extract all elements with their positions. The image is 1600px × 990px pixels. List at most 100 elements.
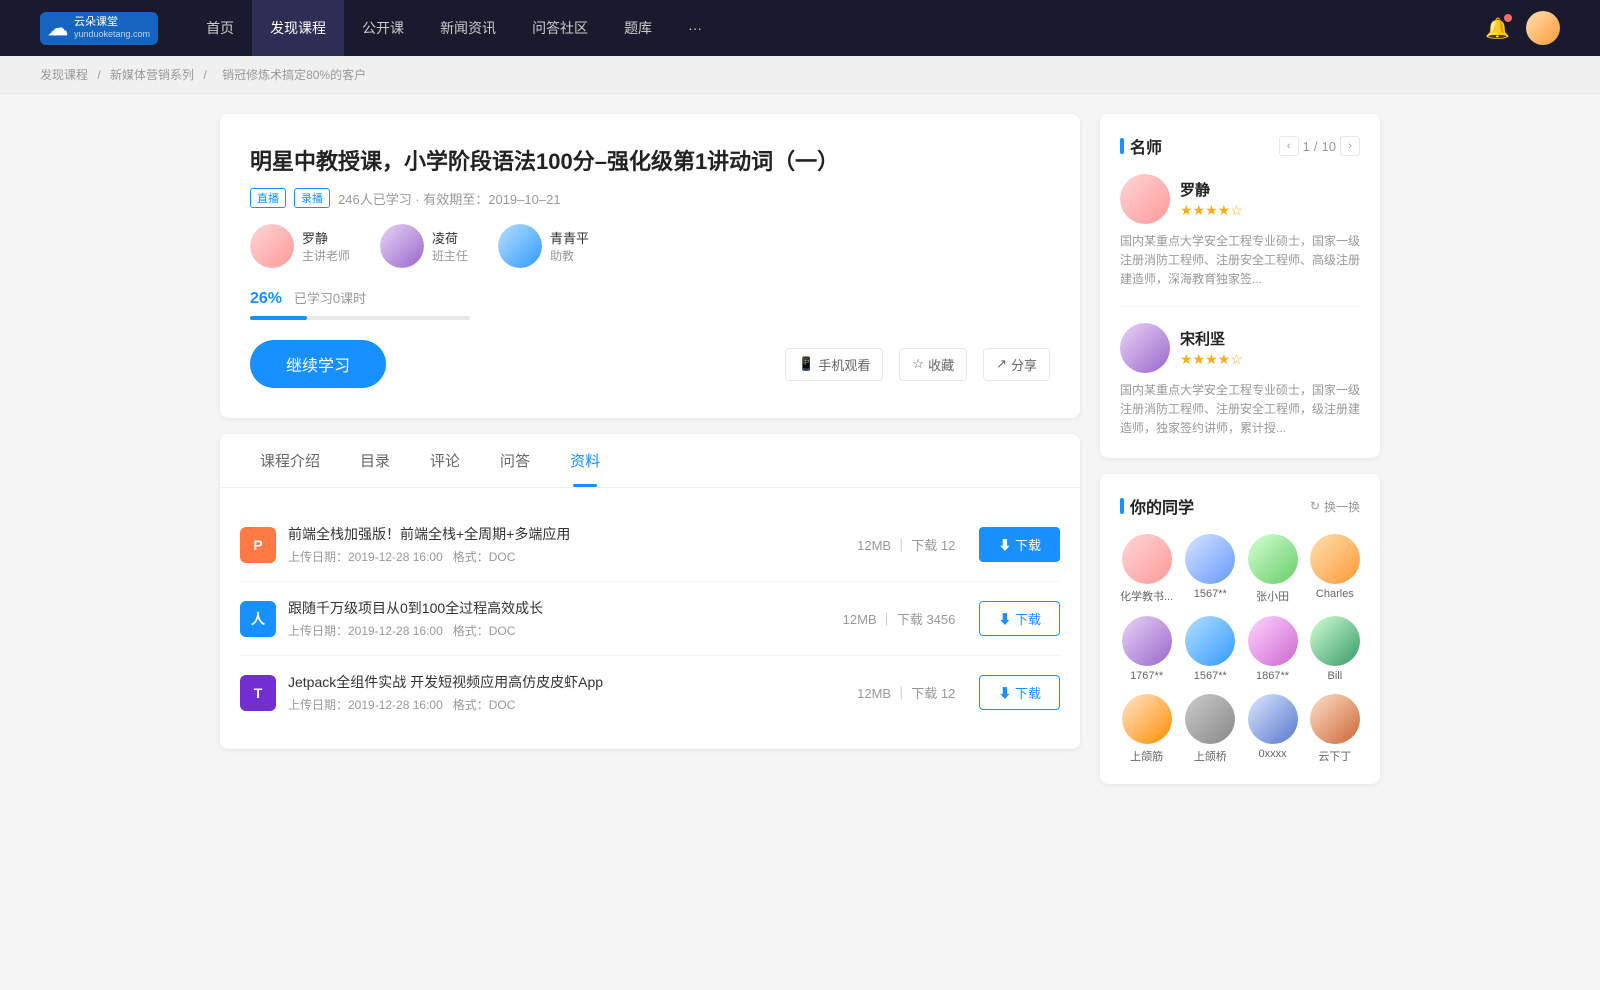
nav-items: 首页 发现课程 公开课 新闻资讯 问答社区 题库 ··· [188, 0, 1485, 56]
classmate-name-6: 1867** [1256, 670, 1289, 682]
nav-right: 🔔 [1485, 11, 1560, 45]
tp-avatar-img-0 [1120, 174, 1170, 224]
classmate-item-11[interactable]: 云下丁 [1310, 694, 1360, 764]
refresh-label: 换一换 [1324, 498, 1360, 515]
download-button-0[interactable]: ⬇ 下载 [979, 527, 1060, 562]
classmate-item-1[interactable]: 1567** [1185, 534, 1235, 604]
classmate-avatar-8 [1122, 694, 1172, 744]
logo-area[interactable]: ☁ 云朵课堂 yunduoketang.com [40, 12, 158, 45]
user-avatar[interactable] [1526, 11, 1560, 45]
tp-stars-1: ★★★★☆ [1180, 351, 1243, 368]
collect-button[interactable]: ☆ 收藏 [899, 348, 967, 381]
nav-item-question[interactable]: 题库 [606, 0, 670, 56]
classmate-item-3[interactable]: Charles [1310, 534, 1360, 604]
resource-item-0: P 前端全栈加强版！前端全栈+全周期+多端应用 上传日期：2019-12-28 … [240, 508, 1060, 582]
resource-title-1: 跟随千万级项目从0到100全过程高效成长 [288, 598, 843, 618]
resource-title-2: Jetpack全组件实战 开发短视频应用高仿皮皮虾App [288, 672, 857, 692]
tab-catalog[interactable]: 目录 [340, 434, 410, 487]
resource-info-1: 跟随千万级项目从0到100全过程高效成长 上传日期：2019-12-28 16:… [288, 598, 843, 639]
nav-item-more[interactable]: ··· [670, 0, 720, 56]
tp-name-area-1: 宋利坚 ★★★★☆ [1180, 328, 1243, 368]
teacher-role-2: 助教 [550, 247, 589, 264]
teacher-role-1: 班主任 [432, 247, 468, 264]
tab-resource[interactable]: 资料 [550, 434, 620, 487]
bell-button[interactable]: 🔔 [1485, 16, 1510, 41]
collect-label: 收藏 [928, 355, 954, 374]
course-title: 明星中教授课，小学阶段语法100分–强化级第1讲动词（一） [250, 144, 1050, 176]
teachers-sidebar-title: 名师 ‹ 1 / 10 › [1120, 134, 1360, 158]
tp-header-1: 宋利坚 ★★★★☆ [1120, 323, 1360, 373]
classmate-name-9: 上颌桥 [1194, 748, 1227, 764]
classmate-avatar-4 [1122, 616, 1172, 666]
logo-text-block: 云朵课堂 yunduoketang.com [74, 16, 150, 40]
continue-button[interactable]: 继续学习 [250, 340, 386, 388]
teacher-pagination: ‹ 1 / 10 › [1279, 136, 1360, 156]
classmate-item-2[interactable]: 张小田 [1247, 534, 1297, 604]
teacher-name-1: 凌荷 [432, 228, 468, 247]
prev-page-button[interactable]: ‹ [1279, 136, 1299, 156]
refresh-button[interactable]: ↻ 换一换 [1310, 498, 1360, 515]
progress-section: 26% 已学习0课时 [250, 288, 1050, 320]
tp-name-area-0: 罗静 ★★★★☆ [1180, 179, 1243, 219]
share-button[interactable]: ↗ 分享 [983, 348, 1050, 381]
classmate-item-5[interactable]: 1567** [1185, 616, 1235, 682]
download-button-2[interactable]: ⬇ 下载 [979, 675, 1060, 710]
action-btns: 📱 手机观看 ☆ 收藏 ↗ 分享 [785, 348, 1050, 381]
classmate-item-8[interactable]: 上颌筋 [1120, 694, 1173, 764]
teacher-avatar-img-1 [380, 224, 424, 268]
nav-item-qa[interactable]: 问答社区 [514, 0, 606, 56]
main-container: 明星中教授课，小学阶段语法100分–强化级第1讲动词（一） 直播 录播 246人… [200, 114, 1400, 800]
tp-name-0: 罗静 [1180, 179, 1243, 200]
classmate-name-7: Bill [1328, 670, 1343, 682]
classmate-item-6[interactable]: 1867** [1247, 616, 1297, 682]
tp-avatar-0 [1120, 174, 1170, 224]
tabs-header: 课程介绍 目录 评论 问答 资料 [220, 434, 1080, 488]
classmate-item-10[interactable]: 0xxxx [1247, 694, 1297, 764]
resource-icon-0: P [240, 527, 276, 563]
classmate-item-7[interactable]: Bill [1310, 616, 1360, 682]
classmate-name-1: 1567** [1194, 588, 1227, 600]
classmates-title-text: 你的同学 [1130, 494, 1194, 518]
tab-review[interactable]: 评论 [410, 434, 480, 487]
breadcrumb-sep1: / [97, 68, 104, 82]
classmate-avatar-img-4 [1122, 616, 1172, 666]
tab-intro[interactable]: 课程介绍 [240, 434, 340, 487]
page-total: 10 [1322, 139, 1336, 154]
breadcrumb-series[interactable]: 新媒体营销系列 [110, 68, 194, 82]
course-actions: 继续学习 📱 手机观看 ☆ 收藏 ↗ 分享 [250, 340, 1050, 388]
nav-item-news[interactable]: 新闻资讯 [422, 0, 514, 56]
progress-bar-fill [250, 316, 307, 320]
classmate-name-0: 化学教书... [1120, 588, 1173, 604]
teacher-name-0: 罗静 [302, 228, 350, 247]
course-badges: 直播 录播 246人已学习 · 有效期至：2019–10–21 [250, 188, 1050, 208]
classmate-item-9[interactable]: 上颌桥 [1185, 694, 1235, 764]
resource-info-0: 前端全栈加强版！前端全栈+全周期+多端应用 上传日期：2019-12-28 16… [288, 524, 857, 565]
classmate-avatar-img-0 [1122, 534, 1172, 584]
resource-list: P 前端全栈加强版！前端全栈+全周期+多端应用 上传日期：2019-12-28 … [240, 508, 1060, 729]
teacher-avatar-1 [380, 224, 424, 268]
classmates-card: 你的同学 ↻ 换一换 化学教书... 1567** 张小田 Charles [1100, 474, 1380, 784]
next-page-button[interactable]: › [1340, 136, 1360, 156]
progress-bar-wrap [250, 316, 470, 320]
download-button-1[interactable]: ⬇ 下载 [979, 601, 1060, 636]
progress-sub: 已学习0课时 [294, 291, 366, 306]
classmate-name-2: 张小田 [1256, 588, 1289, 604]
classmate-avatar-img-11 [1310, 694, 1360, 744]
nav-item-home[interactable]: 首页 [188, 0, 252, 56]
refresh-icon: ↻ [1310, 499, 1320, 513]
mobile-view-button[interactable]: 📱 手机观看 [785, 348, 883, 381]
nav-item-open[interactable]: 公开课 [344, 0, 422, 56]
breadcrumb-discover[interactable]: 发现课程 [40, 68, 88, 82]
tp-header-0: 罗静 ★★★★☆ [1120, 174, 1360, 224]
classmate-item-0[interactable]: 化学教书... [1120, 534, 1173, 604]
tab-qa[interactable]: 问答 [480, 434, 550, 487]
nav-item-discover[interactable]: 发现课程 [252, 0, 344, 56]
classmate-name-11: 云下丁 [1318, 748, 1351, 764]
classmate-item-4[interactable]: 1767** [1120, 616, 1173, 682]
classmate-name-10: 0xxxx [1259, 748, 1287, 760]
star-icon: ☆ [912, 356, 924, 372]
classmate-avatar-0 [1122, 534, 1172, 584]
content-left: 明星中教授课，小学阶段语法100分–强化级第1讲动词（一） 直播 录播 246人… [220, 114, 1080, 800]
classmate-name-4: 1767** [1130, 670, 1163, 682]
teacher-item-1: 凌荷 班主任 [380, 224, 468, 268]
